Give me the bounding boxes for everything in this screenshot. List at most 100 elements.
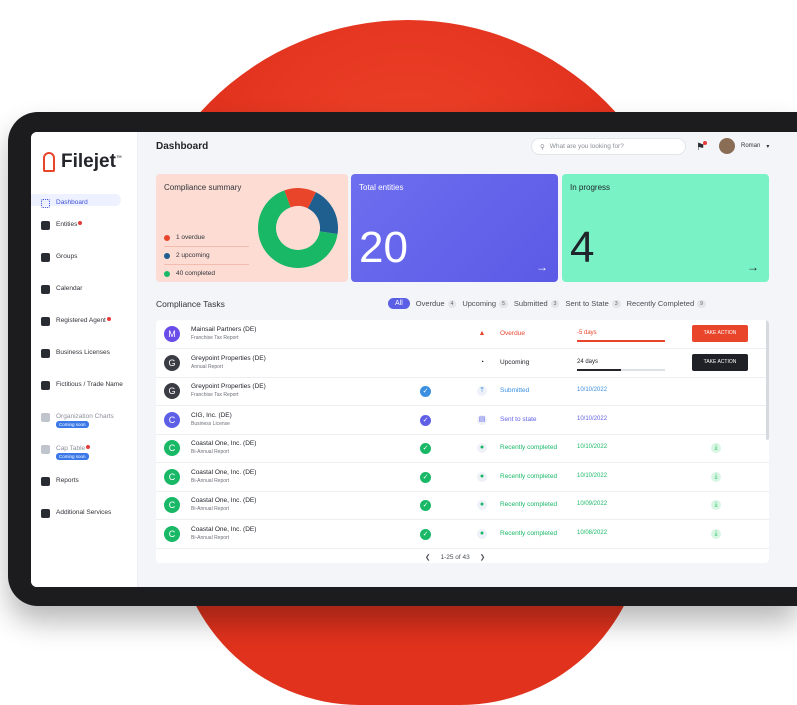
entity-name[interactable]: Greypoint Properties (DE) xyxy=(191,355,266,362)
notification-dot xyxy=(703,141,707,145)
sidebar-item-cap-table[interactable]: Cap Table Coming soon xyxy=(31,440,137,462)
card-title: In progress xyxy=(570,183,611,192)
chevron-right-icon[interactable]: ❯ xyxy=(480,553,485,561)
status-label: Overdue xyxy=(500,330,525,337)
sidebar-item-reports[interactable]: Reports xyxy=(31,472,137,494)
sidebar-item-entities[interactable]: Entities xyxy=(31,216,137,238)
dot-icon: ● xyxy=(477,471,487,482)
download-icon[interactable]: ⤓ xyxy=(711,471,721,482)
user-name: Roman xyxy=(741,143,761,149)
cap-table-icon xyxy=(41,445,50,454)
progress-bar xyxy=(577,368,665,371)
pagination: ❮ 1-25 of 43 ❯ xyxy=(425,553,485,562)
filter-count: 4 xyxy=(447,299,457,308)
entity-avatar: C xyxy=(164,440,180,456)
table-row[interactable]: C Coastal One, Inc. (DE) Bi-Annual Report ✓… xyxy=(156,520,769,549)
legend-label: 40 completed xyxy=(176,270,216,277)
coming-soon-badge: Coming soon xyxy=(56,421,89,428)
filter-tab-overdue[interactable]: Overdue 4 xyxy=(416,299,457,308)
sidebar-item-text: Organization Charts Coming soon xyxy=(56,413,114,428)
logo[interactable]: Filejet™ xyxy=(31,132,137,180)
due-date: 10/10/2022 xyxy=(577,415,608,422)
sidebar-item-additional-services[interactable]: Additional Services xyxy=(31,504,137,526)
scrollbar[interactable] xyxy=(766,320,769,440)
filter-tab-sent-to-state[interactable]: Sent to State 3 xyxy=(565,299,621,308)
compliance-summary-card[interactable]: Compliance summary 1 overdue 2 upcoming 40… xyxy=(156,174,348,282)
table-row[interactable]: C Coastal One, Inc. (DE) Bi-Annual Report ✓… xyxy=(156,434,769,463)
calendar-icon xyxy=(41,285,50,294)
table-row[interactable]: M Mainsail Partners (DE) Franchise Tax Rep… xyxy=(156,320,769,349)
due-date: 10/09/2022 xyxy=(577,501,608,507)
top-bar: Dashboard ⚲ What are you looking for? ⚑ … xyxy=(138,132,797,162)
filejet-logo-icon xyxy=(43,152,55,172)
sidebar-item-business-licenses[interactable]: Business Licenses xyxy=(31,344,137,366)
task-type: Business License xyxy=(191,420,230,427)
entity-name[interactable]: Greypoint Properties (DE) xyxy=(191,383,266,390)
table-row[interactable]: G Greypoint Properties (DE) Franchise Tax … xyxy=(156,377,769,406)
in-progress-card[interactable]: In progress 4 → xyxy=(562,174,769,282)
take-action-button[interactable]: TAKE ACTION xyxy=(692,325,748,342)
card-title: Compliance summary xyxy=(164,183,242,192)
due-date: 10/10/2022 xyxy=(577,444,608,450)
filter-label: Sent to State xyxy=(565,299,609,308)
entity-name[interactable]: Coastal One, Inc. (DE) xyxy=(191,497,256,504)
sidebar-item-text: Fictitious / Trade Name xyxy=(56,381,123,388)
sidebar-item-calendar[interactable]: Calendar xyxy=(31,280,137,302)
coming-soon-badge: Coming soon xyxy=(56,453,89,460)
filter-tab-recently-completed[interactable]: Recently Completed 9 xyxy=(627,299,706,308)
entity-avatar: C xyxy=(164,468,180,485)
chevron-left-icon[interactable]: ❮ xyxy=(425,553,430,561)
entity-name[interactable]: Mainsail Partners (DE) xyxy=(191,326,256,333)
table-row[interactable]: G Greypoint Properties (DE) Annual Report ◔… xyxy=(156,349,769,378)
donut-chart xyxy=(258,188,338,268)
download-icon[interactable]: ⤓ xyxy=(711,528,721,539)
table-row[interactable]: C CIG, Inc. (DE) Business License ✓ ▤ Sent to… xyxy=(156,406,769,435)
status-label: Sent to state xyxy=(500,415,537,423)
entity-name[interactable]: Coastal One, Inc. (DE) xyxy=(191,526,256,533)
total-entities-card[interactable]: Total entities 20 → xyxy=(351,174,558,282)
arrow-right-icon[interactable]: → xyxy=(536,260,548,274)
status-label: Submitted xyxy=(500,387,530,394)
entity-name[interactable]: Coastal One, Inc. (DE) xyxy=(191,469,256,476)
sidebar-item-organization-charts[interactable]: Organization Charts Coming soon xyxy=(31,408,137,430)
label-text: Additional Services xyxy=(56,509,112,516)
filter-tab-all[interactable]: All xyxy=(388,298,410,309)
check-icon: ✓ xyxy=(420,386,431,397)
sidebar: Filejet™ Dashboard Entities Groups Calendar… xyxy=(31,132,138,587)
search-input[interactable]: ⚲ What are you looking for? xyxy=(531,138,686,155)
arrow-right-icon[interactable]: → xyxy=(747,260,759,274)
legend-dot xyxy=(164,270,170,277)
entity-avatar: G xyxy=(164,354,180,371)
download-icon[interactable]: ⤓ xyxy=(711,500,721,510)
sidebar-item-fictitious-trade-name[interactable]: Fictitious / Trade Name xyxy=(31,376,137,398)
sidebar-nav: Dashboard Entities Groups Calendar Registere… xyxy=(31,194,137,526)
filter-label: Recently Completed xyxy=(626,299,695,308)
take-action-button[interactable]: TAKE ACTION xyxy=(692,353,748,371)
entity-name[interactable]: CIG, Inc. (DE) xyxy=(191,412,232,419)
filter-tab-upcoming[interactable]: Upcoming 5 xyxy=(462,299,508,308)
user-menu[interactable]: Roman ▾ xyxy=(719,138,769,154)
filter-count: 3 xyxy=(550,299,560,308)
table-row[interactable]: C Coastal One, Inc. (DE) Bi-Annual Report ✓… xyxy=(156,491,769,520)
sidebar-item-text: Dashboard xyxy=(56,199,88,206)
task-filters: All Overdue 4 Upcoming 5 Submitted 3 Sent to St… xyxy=(388,298,706,309)
due-date: -5 days xyxy=(577,330,597,336)
sidebar-item-text: Calendar xyxy=(56,285,82,292)
check-icon: ✓ xyxy=(420,471,431,483)
status-label: Recently completed xyxy=(500,472,558,480)
check-icon: ✓ xyxy=(420,528,431,540)
grid-icon xyxy=(41,199,50,208)
chevron-down-icon: ▾ xyxy=(766,143,770,150)
filter-tab-submitted[interactable]: Submitted 3 xyxy=(514,299,560,308)
main-content: Dashboard ⚲ What are you looking for? ⚑ … xyxy=(138,132,797,587)
table-row[interactable]: C Coastal One, Inc. (DE) Bi-Annual Report ✓… xyxy=(156,463,769,492)
task-type: Bi-Annual Report xyxy=(191,534,230,541)
notification-dot xyxy=(78,221,83,225)
sidebar-item-dashboard[interactable]: Dashboard xyxy=(31,194,121,208)
sidebar-item-registered-agent[interactable]: Registered Agent xyxy=(31,312,137,334)
entity-name[interactable]: Coastal One, Inc. (DE) xyxy=(191,440,256,447)
download-icon[interactable]: ⤓ xyxy=(711,443,721,453)
due-date: 10/10/2022 xyxy=(577,387,608,393)
filter-label: Overdue xyxy=(415,299,445,308)
sidebar-item-groups[interactable]: Groups xyxy=(31,248,137,270)
